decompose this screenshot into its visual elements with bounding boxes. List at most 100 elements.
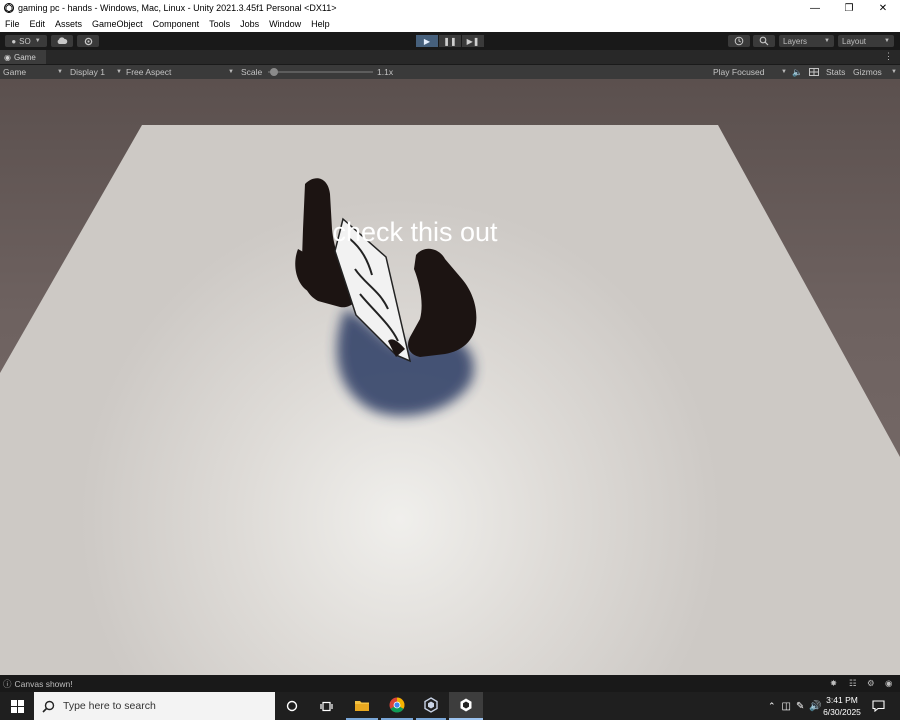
account-label: SO [19,36,31,46]
menu-jobs[interactable]: Jobs [235,19,264,29]
menu-file[interactable]: File [0,19,25,29]
playback-controls: ▶ ❚❚ ▶❚ [416,35,484,47]
chevron-down-icon: ▼ [116,69,122,75]
taskbar-unity-hub[interactable] [416,692,446,720]
debug-icon[interactable]: ⚙ [867,678,875,689]
task-view-button[interactable] [314,692,338,720]
minimize-icon[interactable]: — [798,0,832,16]
pause-icon: ❚❚ [443,36,457,46]
speaker-icon: 🔈 [792,66,803,77]
aspect-label: Free Aspect [126,67,172,77]
progress-icon[interactable]: ☷ [849,678,857,689]
info-icon: ⓘ [3,678,12,689]
scale-slider-thumb[interactable] [269,68,278,76]
clock-time: 3:41 PM [826,695,858,705]
chevron-down-icon: ▼ [228,69,234,75]
gizmos-dropdown[interactable]: Gizmos ▼ [853,65,897,79]
stats-button[interactable]: Stats [826,65,845,79]
menu-component[interactable]: Component [148,19,205,29]
game-viewport[interactable]: check this out [0,79,900,675]
play-focused-dropdown[interactable]: Play Focused ▼ [713,65,787,79]
layout-label: Layout [842,36,867,46]
scene-render: check this out [0,125,900,675]
unity-logo-icon [460,698,472,712]
pen-icon[interactable]: ✎ [796,701,804,712]
play-focused-label: Play Focused [713,67,765,77]
taskbar-search[interactable]: Type here to search [34,692,275,720]
scale-slider[interactable] [268,65,373,79]
search-icon [759,36,769,46]
taskbar-search-placeholder: Type here to search [63,700,156,712]
aspect-dropdown[interactable]: Free Aspect ▼ [126,65,234,79]
cloud-button[interactable] [51,35,73,47]
panel-tab-bar: ◉ Game ⋮ [0,50,900,65]
taskbar-clock[interactable]: 3:41 PM 6/30/2025 [820,694,864,718]
chevron-down-icon: ▼ [891,69,897,75]
scale-value: 1.1x [377,67,394,77]
chevron-down-icon: ▼ [884,38,890,44]
collab-icon[interactable]: ✸ [830,678,837,689]
display-label: Display 1 [70,67,105,77]
clock-date: 6/30/2025 [823,707,861,717]
close-icon[interactable]: ✕ [866,0,900,16]
chrome-icon [389,697,405,713]
notification-center-button[interactable] [866,692,890,720]
chevron-down-icon: ▼ [34,38,41,44]
tab-game[interactable]: ◉ Game [0,50,46,64]
unity-hub-icon [424,697,438,713]
cortana-button[interactable] [280,692,304,720]
chevron-down-icon: ▼ [57,69,63,75]
gamepad-icon: ◉ [4,52,11,62]
tab-game-label: Game [13,52,36,62]
search-icon [42,700,55,713]
history-icon [734,36,744,46]
audio-toggle[interactable]: 🔈 [792,65,803,79]
canvas-overlay-text: check this out [332,217,498,247]
play-icon: ▶ [423,36,431,46]
menu-edit[interactable]: Edit [25,19,51,29]
network-icon[interactable]: ◫ [782,701,791,712]
cloud-icon [57,37,68,44]
chevron-up-icon[interactable]: ⌃ [768,701,776,712]
play-button[interactable]: ▶ [416,35,438,47]
account-dropdown[interactable]: ● SO ▼ [5,35,47,47]
chevron-down-icon: ▼ [781,69,787,75]
unity-logo-icon [4,3,14,13]
settings-icon [84,37,92,45]
layout-dropdown[interactable]: Layout ▼ [838,35,894,47]
console-icon[interactable]: ◉ [885,678,892,689]
cortana-icon [286,700,298,712]
menu-help[interactable]: Help [306,19,335,29]
system-tray: ⌃ ◫ ✎ 🔊 [768,692,822,720]
account-icon: ● [11,36,17,46]
taskbar-unity-editor[interactable] [449,692,483,720]
view-mode-dropdown[interactable]: Game ▼ [3,65,63,79]
maximize-icon[interactable]: ❐ [832,0,866,16]
main-toolbar: ● SO ▼ ▶ ❚❚ ▶❚ Layers ▼ Layout ▼ [0,32,900,50]
start-button[interactable] [0,692,34,720]
taskbar-file-explorer[interactable] [346,692,378,720]
menu-assets[interactable]: Assets [50,19,87,29]
step-button[interactable]: ▶❚ [462,35,484,47]
scale-label: Scale [241,67,263,77]
stats-grid-toggle[interactable] [809,65,819,79]
display-dropdown[interactable]: Display 1 ▼ [70,65,122,79]
pause-button[interactable]: ❚❚ [439,35,461,47]
window-title: gaming pc - hands - Windows, Mac, Linux … [18,3,337,13]
taskbar-chrome[interactable] [381,692,413,720]
services-button[interactable] [77,35,99,47]
view-mode-label: Game [3,67,27,77]
menu-gameobject[interactable]: GameObject [87,19,148,29]
menu-tools[interactable]: Tools [204,19,235,29]
scale-slider-track [268,68,373,76]
search-button[interactable] [753,35,775,47]
folder-icon [355,700,369,711]
history-button[interactable] [728,35,750,47]
layers-dropdown[interactable]: Layers ▼ [779,35,834,47]
notification-icon [871,700,885,712]
task-view-icon [319,701,333,711]
menu-bar: File Edit Assets GameObject Component To… [0,16,900,32]
more-options-icon[interactable]: ⋮ [884,51,893,62]
menu-window[interactable]: Window [264,19,306,29]
step-icon: ▶❚ [466,36,480,46]
